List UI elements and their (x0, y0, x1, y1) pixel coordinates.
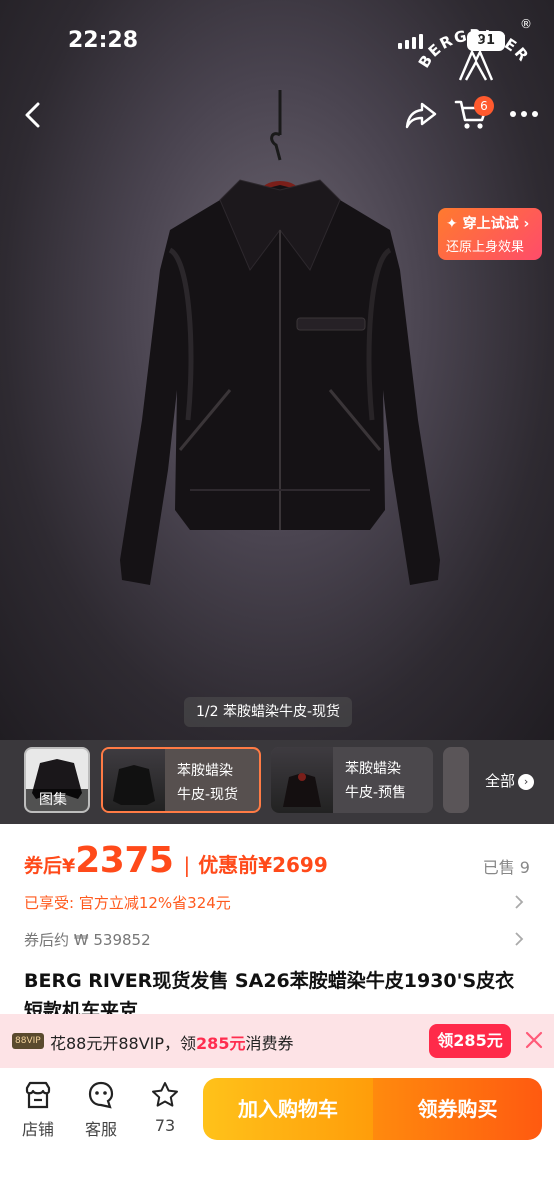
try-on-subtitle: 还原上身效果 (446, 240, 525, 255)
buy-with-coupon-button[interactable]: 领券购买 (373, 1078, 542, 1140)
variant-option-partial[interactable] (443, 747, 469, 813)
variant-thumbnail (103, 749, 165, 811)
vip-text: 花88元开88VIP，领285元消费券 (50, 1030, 293, 1054)
try-on-title: ✦ 穿上试试 › (446, 216, 530, 232)
all-variants-label: 全部 (485, 772, 516, 790)
favorite-tab[interactable]: 73 (139, 1080, 191, 1135)
vip-banner[interactable]: 88VIP 花88元开88VIP，领285元消费券 领285元 (0, 1014, 554, 1068)
customer-service-label: 客服 (84, 1120, 117, 1139)
customer-service-tab[interactable]: 客服 (75, 1080, 127, 1140)
favorite-count: 73 (154, 1116, 176, 1135)
vip-tag: 88VIP (12, 1033, 44, 1049)
product-photo-jacket (120, 90, 440, 585)
registered-mark: ® (520, 17, 532, 31)
gallery-thumbnail[interactable]: 图集 (24, 747, 90, 813)
product-image-carousel[interactable]: 22:28 91 BERGRIVER ® 6 ✦ 穿上试试 › 还原上身效果 1… (0, 0, 554, 740)
store-icon (25, 1081, 51, 1109)
product-title: BERG RIVER现货发售 SA26苯胺蜡染牛皮1930'S皮衣 短款机车夹克 (24, 970, 515, 1014)
price-row: 券后¥ 2375 | 优惠前¥2699 (24, 840, 328, 884)
price-prefix: 券后¥ (24, 855, 76, 877)
store-tab[interactable]: 店铺 (12, 1080, 64, 1140)
vip-text-suffix: 消费券 (245, 1034, 294, 1053)
variant-label-line2: 牛皮-预售 (345, 785, 407, 801)
store-label: 店铺 (21, 1120, 54, 1139)
gallery-label: 图集 (26, 789, 88, 811)
variant-label-line2: 牛皮-现货 (177, 787, 239, 803)
chevron-right-icon[interactable] (514, 894, 524, 910)
status-time: 22:28 (68, 28, 139, 53)
after-coupon-price[interactable]: 券后约 ₩ 539852 (24, 929, 151, 950)
more-icon[interactable] (508, 106, 540, 122)
customer-service-icon (88, 1081, 114, 1109)
sold-count: 已售 9 (482, 858, 530, 877)
variant-option-in-stock[interactable]: 苯胺蜡染 牛皮-现货 (101, 747, 261, 813)
star-icon (152, 1082, 178, 1107)
chevron-right-icon[interactable] (514, 931, 524, 947)
price-value: 2375 (75, 840, 174, 881)
bottom-action-bar: 店铺 客服 73 加入购物车 领券购买 (0, 1068, 554, 1200)
variant-label-line1: 苯胺蜡染 (177, 763, 233, 779)
close-icon[interactable] (523, 1029, 545, 1051)
vip-amount: 285元 (196, 1034, 246, 1053)
vip-text-prefix: 花88元开88VIP，领 (50, 1034, 197, 1053)
variant-selector: 图集 苯胺蜡染 牛皮-现货 苯胺蜡染 牛皮-预售 全部 › (0, 740, 554, 824)
variant-label-line1: 苯胺蜡染 (345, 761, 401, 777)
all-variants-button[interactable]: 全部 › (485, 770, 535, 791)
cart-count-badge: 6 (474, 96, 494, 116)
variant-option-presale[interactable]: 苯胺蜡染 牛皮-预售 (271, 747, 433, 813)
price-separator: | (183, 853, 191, 877)
original-price: 优惠前¥2699 (198, 853, 328, 877)
variant-thumbnail (271, 747, 333, 813)
brand-logo: BERGRIVER ® (416, 17, 532, 81)
add-to-cart-button[interactable]: 加入购物车 (203, 1078, 373, 1140)
chevron-right-icon: › (518, 774, 535, 790)
back-icon[interactable] (18, 98, 48, 132)
claim-coupon-button[interactable]: 领285元 (429, 1024, 511, 1058)
promo-discount[interactable]: 已享受: 官方立减12%省324元 (24, 892, 231, 913)
try-on-button[interactable]: ✦ 穿上试试 › 还原上身效果 (438, 208, 542, 260)
image-counter: 1/2 苯胺蜡染牛皮-现货 (184, 697, 353, 727)
